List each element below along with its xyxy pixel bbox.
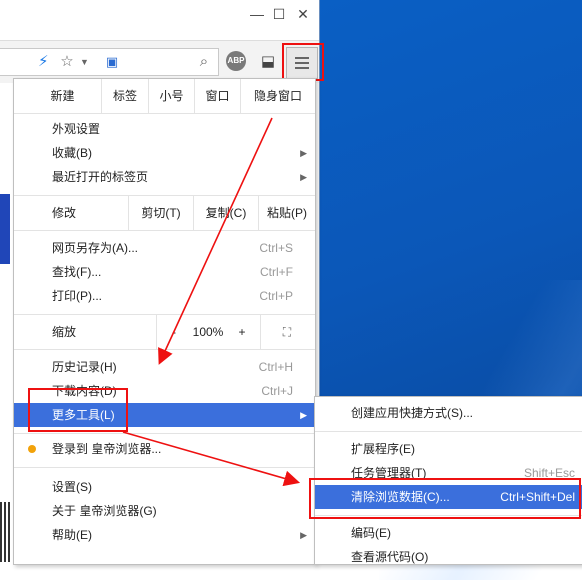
menu-edit-label: 修改 — [51, 206, 76, 220]
menu-item-print[interactable]: 打印(P)... Ctrl+P — [14, 284, 315, 308]
close-button[interactable]: ✕ — [292, 4, 314, 24]
menu-item-history[interactable]: 历史记录(H) Ctrl+H — [14, 355, 315, 379]
menu-new-account[interactable]: 小号 — [149, 79, 194, 113]
fullscreen-icon[interactable]: ⛶ — [272, 315, 302, 349]
minimize-button[interactable]: — — [246, 4, 268, 24]
page-content-edge — [0, 82, 14, 563]
adblock-icon[interactable]: ABP — [226, 51, 246, 71]
lightning-icon[interactable]: ⚡ — [38, 52, 49, 72]
submenu-item-create-shortcut[interactable]: 创建应用快捷方式(S)... — [315, 401, 582, 425]
maximize-button[interactable]: ☐ — [268, 4, 290, 24]
title-bar: — ☐ ✕ — [0, 0, 319, 30]
menu-item-settings[interactable]: 设置(S) — [14, 475, 315, 499]
extension-icon[interactable]: ⬓ — [258, 52, 278, 72]
menu-item-help[interactable]: 帮助(E) ▶ — [14, 523, 315, 547]
menu-new-tab[interactable]: 标签 — [102, 79, 148, 113]
annotation-box-clear-data — [309, 478, 581, 519]
menu-new-incognito[interactable]: 隐身窗口 — [241, 79, 315, 113]
star-icon[interactable]: ☆ — [57, 52, 77, 72]
submenu-item-extensions[interactable]: 扩展程序(E) — [315, 437, 582, 461]
menu-item-login[interactable]: 登录到 皇帝浏览器... — [14, 437, 315, 461]
menu-new-label: 新建 — [50, 89, 75, 103]
menu-item-appearance[interactable]: 外观设置 — [14, 117, 315, 141]
login-status-icon — [28, 445, 36, 453]
menu-copy[interactable]: 复制(C) — [194, 196, 258, 230]
chevron-right-icon: ▶ — [300, 148, 307, 158]
menu-paste[interactable]: 粘贴(P) — [259, 196, 315, 230]
menu-zoom-label: 缩放 — [51, 325, 76, 339]
menu-item-save-page[interactable]: 网页另存为(A)... Ctrl+S — [14, 236, 315, 260]
browser-main-menu: 新建 标签 小号 窗口 隐身窗口 外观设置 收藏(B) ▶ 最近打开的标签页 ▶ 修… — [13, 78, 316, 565]
chevron-right-icon: ▶ — [300, 530, 307, 540]
submenu-item-view-source[interactable]: 查看源代码(O) — [315, 545, 582, 569]
annotation-box-more-tools — [28, 388, 128, 432]
zoom-in-button[interactable]: + — [232, 315, 252, 349]
menu-item-bookmarks[interactable]: 收藏(B) ▶ — [14, 141, 315, 165]
menu-item-about[interactable]: 关于 皇帝浏览器(G) — [14, 499, 315, 523]
menu-new-window[interactable]: 窗口 — [195, 79, 240, 113]
paw-search-icon[interactable]: ▣ — [103, 52, 121, 72]
menu-item-find[interactable]: 查找(F)... Ctrl+F — [14, 260, 315, 284]
zoom-out-button[interactable]: - — [164, 315, 184, 349]
chevron-right-icon: ▶ — [300, 172, 307, 182]
search-icon[interactable]: ⌕ — [196, 52, 212, 72]
submenu-item-encoding[interactable]: 编码(E) — [315, 521, 582, 545]
zoom-level: 100% — [192, 325, 224, 339]
menu-cut[interactable]: 剪切(T) — [129, 196, 193, 230]
menu-item-recent-tabs[interactable]: 最近打开的标签页 ▶ — [14, 165, 315, 189]
annotation-box-menu-button — [282, 43, 324, 81]
chevron-right-icon: ▶ — [300, 410, 307, 420]
chevron-down-icon[interactable]: ▼ — [80, 52, 89, 72]
